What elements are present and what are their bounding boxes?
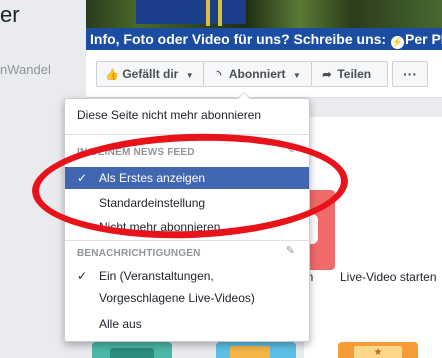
cover-pole (206, 0, 210, 26)
menu-item-notif-on-line1: Ein (Veranstaltungen, (99, 269, 214, 283)
tile-teal[interactable] (92, 342, 172, 358)
cover-pole (218, 0, 222, 26)
tile-blue-shape (230, 346, 270, 358)
menu-item-unfollow-page[interactable]: Diese Seite nicht mehr abonnieren (65, 104, 309, 126)
page-title-fragment: er (0, 2, 20, 27)
rss-icon: ◝ (216, 69, 222, 81)
live-video-label[interactable]: Live-Video starten (340, 270, 437, 284)
menu-item-notif-on-line2[interactable]: Vorgeschlagene Live-Videos) (65, 287, 309, 309)
share-button-label: Teilen (337, 67, 372, 81)
page-username-fragment: nWandel (0, 62, 51, 77)
checkmark-icon: ✓ (77, 269, 88, 283)
menu-item-notif-on[interactable]: ✓ Ein (Veranstaltungen, (65, 265, 309, 287)
cover-screen-shape (136, 0, 246, 24)
menu-item-all-off[interactable]: Alle aus (65, 313, 309, 335)
chevron-down-icon: ▼ (185, 71, 194, 80)
messenger-icon: ⚡ (390, 36, 404, 49)
page-action-bar: 👍 Gefällt dir ▼ ◝ Abonniert ▼ ➦ Teilen ·… (86, 50, 442, 98)
menu-arrow (237, 92, 251, 99)
share-arrow-icon: ➦ (322, 69, 332, 81)
chevron-down-icon: ▼ (292, 71, 301, 80)
notifications-heading: BENACHRICHTIGUNGEN (77, 248, 201, 259)
cover-banner: Info, Foto oder Video für uns? Schreibe … (86, 28, 442, 50)
menu-divider (65, 240, 309, 241)
tile-blue[interactable] (216, 342, 296, 358)
like-button-label: Gefällt dir (122, 67, 179, 81)
follow-button[interactable]: ◝ Abonniert ▼ (204, 61, 312, 87)
more-button[interactable]: ··· (392, 61, 428, 87)
share-button[interactable]: ➦ Teilen (312, 61, 388, 87)
follow-button-label: Abonniert (228, 67, 286, 81)
tile-orange[interactable]: ★ (338, 342, 418, 358)
cover-photo[interactable]: Info, Foto oder Video für uns? Schreibe … (86, 0, 442, 50)
cover-banner-text-2: Per PN (404, 31, 442, 47)
thumbs-up-icon: 👍 (105, 69, 119, 81)
tile-teal-shape (110, 348, 154, 358)
cover-banner-text: Info, Foto oder Video für uns? Schreibe … (90, 31, 387, 47)
pencil-icon[interactable]: ✎ (286, 244, 295, 257)
star-icon: ★ (354, 346, 402, 358)
like-button[interactable]: 👍 Gefällt dir ▼ (96, 61, 204, 87)
